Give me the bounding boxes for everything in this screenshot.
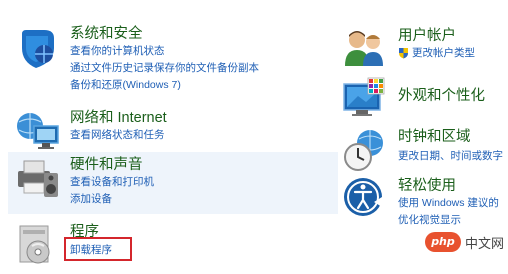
link-backup-restore[interactable]: 备份和还原(Windows 7) [70,78,181,92]
category-title[interactable]: 硬件和声音 [70,156,143,174]
link-windows-suggested[interactable]: 使用 Windows 建议的 [398,196,499,210]
category-title[interactable]: 系统和安全 [70,25,143,43]
category-programs[interactable]: 程序 卸载程序 [14,222,334,264]
link-change-account-type[interactable]: 更改帐户类型 [398,46,475,60]
category-title[interactable]: 用户帐户 [398,27,456,45]
link-file-history-backup[interactable]: 通过文件历史记录保存你的文件备份副本 [70,61,259,75]
category-appearance[interactable]: 外观和个性化 [342,76,508,124]
link-add-device[interactable]: 添加设备 [70,192,112,206]
site-watermark: php 中文网 [424,232,504,252]
category-hardware-sound[interactable]: 硬件和声音 查看设备和打印机 添加设备 [14,155,334,211]
category-ease-of-access[interactable]: 轻松使用 使用 Windows 建议的 优化视觉显示 [342,176,508,230]
network-globe-icon [14,108,60,154]
category-network-internet[interactable]: 网络和 Internet 查看网络状态和任务 [14,108,334,150]
category-title[interactable]: 网络和 Internet [70,109,167,127]
category-system-security[interactable]: 系统和安全 查看你的计算机状态 通过文件历史记录保存你的文件备份副本 备份和还原… [14,24,334,94]
link-label[interactable]: 更改帐户类型 [412,47,475,59]
ease-of-access-icon [342,176,388,222]
category-title[interactable]: 时钟和区域 [398,128,471,146]
uac-shield-icon [398,47,409,59]
php-logo: php [424,232,461,252]
highlight-box [64,237,132,261]
link-network-status[interactable]: 查看网络状态和任务 [70,128,165,142]
watermark-text: 中文网 [464,236,504,252]
link-optimize-visual[interactable]: 优化视觉显示 [398,213,461,227]
clock-globe-icon [342,127,388,173]
shield-icon [14,24,60,70]
link-view-computer-status[interactable]: 查看你的计算机状态 [70,44,165,58]
programs-disc-icon [14,222,60,268]
printer-speaker-icon [14,155,60,201]
category-clock-region[interactable]: 时钟和区域 更改日期、时间或数字 [342,127,508,171]
link-change-date-time[interactable]: 更改日期、时间或数字 [398,149,503,163]
category-user-accounts[interactable]: 用户帐户 更改帐户类型 [342,26,508,66]
link-devices-printers[interactable]: 查看设备和打印机 [70,175,154,189]
users-icon [342,26,388,72]
category-title[interactable]: 轻松使用 [398,177,456,195]
monitor-palette-icon [342,76,388,122]
category-title[interactable]: 外观和个性化 [398,87,485,105]
